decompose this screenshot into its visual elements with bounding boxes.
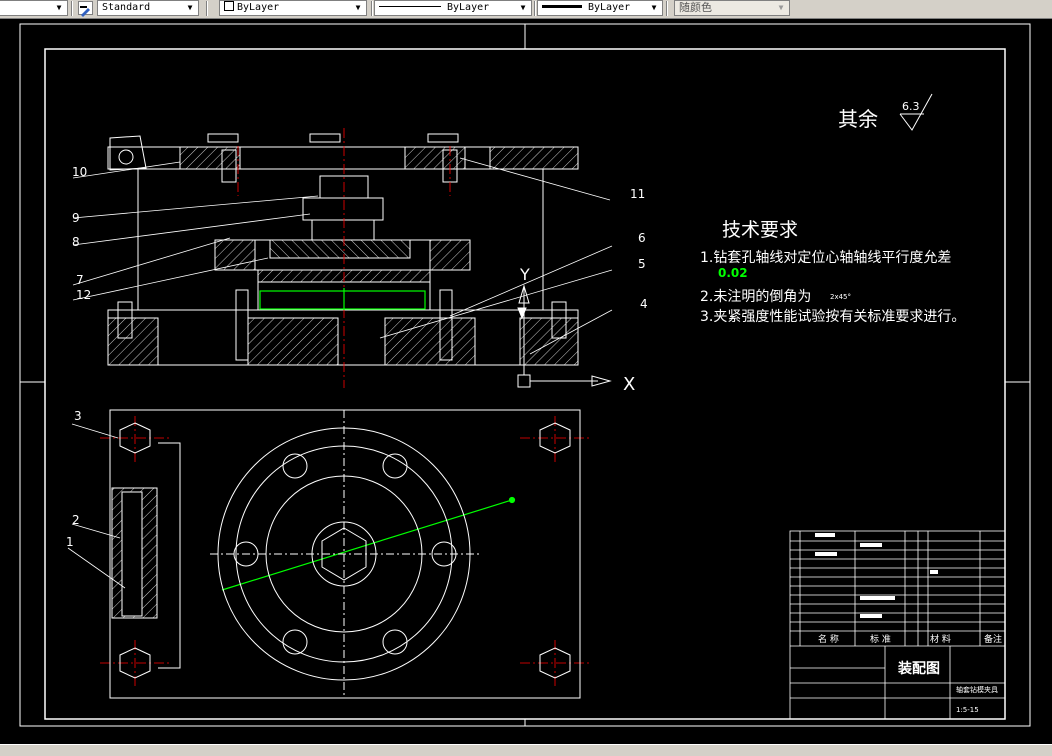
plot-style-value: 随颜色 (679, 1, 712, 14)
toolbar-separator (534, 1, 536, 16)
properties-toolbar: ▼ Standard ▼ ByLayer ▼ ByLayer ▼ ByLayer… (0, 0, 1052, 19)
drawing-number: 1:5-15 (956, 706, 979, 714)
front-section-view[interactable] (107, 133, 579, 366)
linetype-sample-icon (379, 6, 441, 7)
balloon-2: 2 (72, 513, 80, 527)
text-style-value: Standard (102, 2, 151, 13)
drawing-canvas[interactable]: Y X 10 9 8 7 12 11 6 5 4 3 2 1 其余 6.3 技术… (0, 18, 1052, 744)
chevron-down-icon[interactable]: ▼ (517, 1, 529, 15)
axis-x-label: X (623, 374, 635, 395)
balloon-10: 10 (72, 165, 87, 179)
tech-req-2-value: 2x45° (830, 293, 851, 301)
col-name-header: 名 称 (818, 633, 839, 645)
balloon-6: 6 (638, 231, 646, 245)
balloon-8: 8 (72, 235, 80, 249)
drawing-title: 装配图 (897, 660, 940, 677)
col-material-header: 材 料 (930, 633, 951, 645)
balloon-11: 11 (630, 187, 645, 201)
toolbar-separator (206, 1, 208, 16)
balloon-4: 4 (640, 297, 648, 311)
tech-req-title: 技术要求 (722, 219, 798, 241)
lineweight-sample-icon (542, 5, 582, 8)
lineweight-dropdown[interactable]: ByLayer ▼ (537, 0, 663, 16)
chevron-down-icon[interactable]: ▼ (53, 1, 65, 15)
surface-finish-note: 其余 6.3 (838, 93, 933, 131)
color-dropdown[interactable]: ByLayer ▼ (219, 0, 367, 16)
title-block[interactable]: 名 称 标 准 材 料 备注 装配图 轴套钻模夹具 1:5-15 (789, 530, 1006, 720)
tech-req-2: 2.未注明的倒角为 (700, 289, 811, 305)
layer-dropdown[interactable]: ▼ (0, 0, 68, 16)
chevron-down-icon[interactable]: ▼ (648, 1, 660, 15)
tech-req-1: 1.钻套孔轴线对定位心轴轴线平行度允差 (700, 250, 951, 266)
col-remark-header: 备注 (984, 633, 1002, 645)
lineweight-value: ByLayer (588, 2, 631, 13)
balloon-7: 7 (76, 273, 84, 287)
toolbar-separator (666, 1, 668, 16)
chevron-down-icon[interactable]: ▼ (184, 1, 196, 15)
status-bar (0, 744, 1052, 756)
balloon-5: 5 (638, 257, 646, 271)
tech-req-3: 3.夹紧强度性能试验按有关标准要求进行。 (700, 309, 965, 325)
color-value: ByLayer (237, 2, 280, 13)
linetype-dropdown[interactable]: ByLayer ▼ (374, 0, 532, 16)
chevron-down-icon[interactable]: ▼ (352, 1, 364, 15)
centerlines (100, 128, 590, 686)
surface-finish-label: 其余 (838, 107, 878, 131)
text-style-icon[interactable] (78, 1, 93, 17)
drawing-svg[interactable]: Y X 10 9 8 7 12 11 6 5 4 3 2 1 其余 6.3 技术… (0, 18, 1052, 744)
balloon-12: 12 (76, 288, 91, 302)
chevron-down-icon[interactable]: ▼ (775, 1, 787, 15)
toolbar-separator (71, 1, 73, 16)
top-plan-view[interactable] (109, 409, 581, 699)
plot-style-dropdown[interactable]: 随颜色 ▼ (674, 0, 790, 16)
balloon-9: 9 (72, 211, 80, 225)
axis-y-label: Y (519, 265, 530, 284)
color-swatch-icon (224, 1, 234, 11)
col-standard-header: 标 准 (870, 633, 891, 645)
roughness-value: 6.3 (902, 100, 920, 113)
linetype-value: ByLayer (447, 2, 490, 13)
technical-requirements: 技术要求 1.钻套孔轴线对定位心轴轴线平行度允差 0.02 2.未注明的倒角为 … (700, 219, 965, 325)
balloon-3: 3 (74, 409, 82, 423)
text-style-dropdown[interactable]: Standard ▼ (97, 0, 199, 16)
toolbar-separator (371, 1, 373, 16)
part-name: 轴套钻模夹具 (956, 685, 998, 694)
tech-req-1-value: 0.02 (718, 266, 748, 280)
balloon-1: 1 (66, 535, 74, 549)
